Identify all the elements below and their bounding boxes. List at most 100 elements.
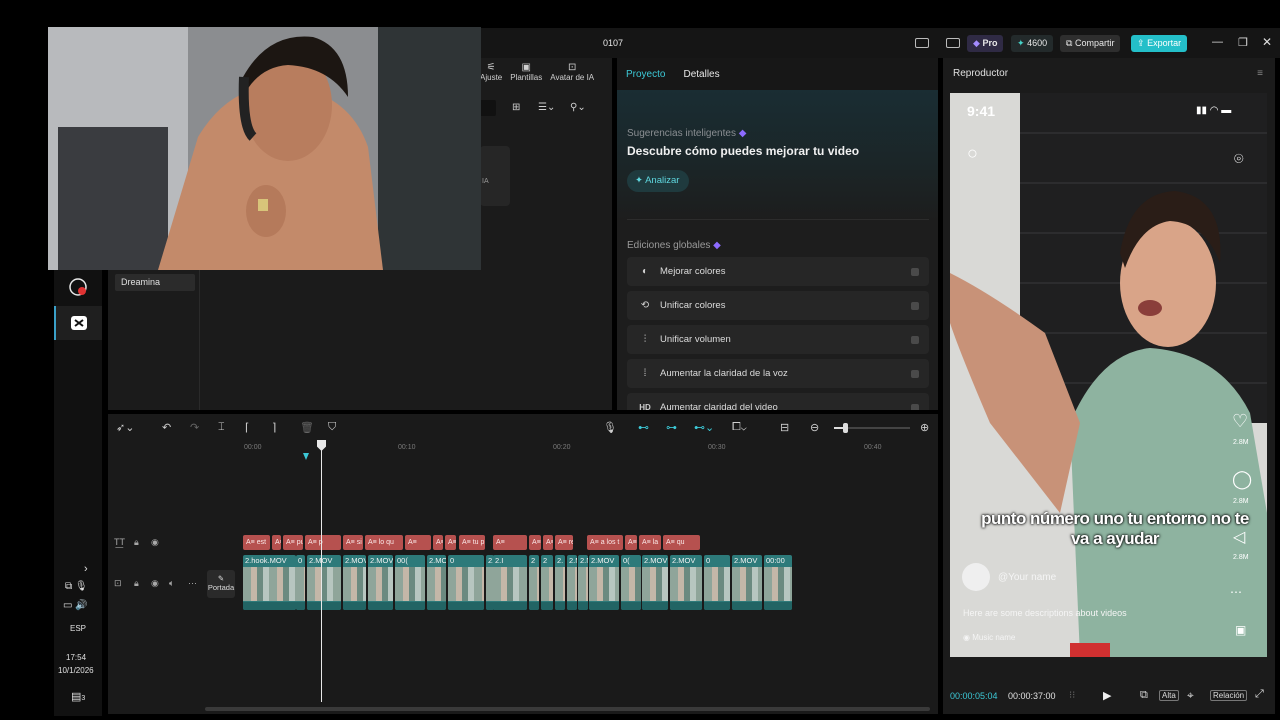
text-clip[interactable]: A≡ a los t [587,535,623,550]
shortcuts-icon[interactable] [946,38,960,48]
video-clip[interactable]: 2.MOV [567,555,577,610]
video-clip[interactable]: 2.MOV [427,555,446,610]
video-clip[interactable]: 2.N [578,555,588,610]
text-clip[interactable]: A≡ p [305,535,341,550]
music-cover-icon[interactable]: ▣ [1235,623,1246,637]
delete-icon[interactable]: 🗑 [300,421,314,434]
video-clip[interactable]: 0( [621,555,641,610]
select-tool-icon[interactable]: ➶⌄ [116,421,134,434]
export-button[interactable]: ⇪ Exportar [1131,35,1188,52]
zoom-out-icon[interactable]: ⊖ [810,421,819,434]
link-icon[interactable]: ⊷⌄ [694,421,714,434]
text-clip[interactable]: A≡ si e [343,535,363,550]
text-clip[interactable]: A≡ punto [283,535,303,550]
text-clip[interactable]: A≡ lo qu [365,535,403,550]
zoom-slider[interactable] [834,423,910,433]
global-edit-unificar-volumen[interactable]: ⫶ Unificar volumen [627,325,929,354]
text-clip[interactable]: A≡ [493,535,527,550]
video-clip[interactable]: 0 [704,555,730,610]
text-clip[interactable]: A≡ [529,535,541,550]
toggle-checkbox[interactable] [911,370,919,378]
record-icon[interactable] [54,270,102,304]
menu-icon[interactable]: ≡ [1257,68,1263,79]
text-clip[interactable]: A≡ tu p [459,535,485,550]
global-edit-unificar-colores[interactable]: ⟲ Unificar colores [627,291,929,320]
toggle-checkbox[interactable] [911,302,919,310]
avatar[interactable] [962,563,990,591]
network-volume-icons[interactable]: ▭ 🔊 [63,600,88,611]
zoom-slider-handle[interactable] [843,423,848,433]
folder-dreamina[interactable]: Dreamina [115,274,195,291]
language-indicator[interactable]: ESP [70,624,86,633]
video-clip[interactable]: 2 [529,555,539,610]
lock-icon[interactable]: 🔒︎ [134,578,139,589]
text-clip[interactable]: A≡ a las t [625,535,637,550]
credits-badge[interactable]: ✦ 4600 [1011,35,1054,52]
heart-icon[interactable]: ♡ [1232,411,1248,432]
tab-proyecto[interactable]: Proyecto [626,69,665,80]
sort-icon[interactable]: ☰⌄ [538,102,555,113]
global-edit-claridad-voz[interactable]: ⁞ Aumentar la claridad de la voz [627,359,929,388]
link-main-icon[interactable]: ⊷ [638,421,649,434]
video-clip[interactable]: 2.MOV [343,555,366,610]
text-clip[interactable]: A≡ res [445,535,456,550]
video-clip[interactable]: 2.MOV [642,555,668,610]
close-icon[interactable]: ✕ [1262,35,1272,49]
pro-button[interactable]: ◆ Pro [967,35,1004,52]
playhead[interactable] [317,440,326,702]
camera-icon[interactable]: ⌾ [1234,151,1244,169]
text-clip[interactable]: A≡ [433,535,443,550]
grid-view-icon[interactable]: ⊞ [512,102,520,113]
comment-icon[interactable]: ◯ [1232,469,1252,490]
filter-icon[interactable]: ⚲⌄ [570,102,586,113]
video-clip[interactable]: 2 [541,555,553,610]
video-clip[interactable]: 2.hook.MOV [243,555,296,610]
restore-icon[interactable]: ❐ [1238,36,1248,49]
preview-axis-icon[interactable]: ⧠⌄ [732,421,747,434]
capcut-icon[interactable] [54,306,102,340]
minimize-icon[interactable]: — [1212,36,1223,48]
timeline-scrollbar[interactable] [205,707,930,711]
share-button[interactable]: ⧉ Compartir [1060,35,1121,52]
eye-icon[interactable]: ◉ [151,537,159,548]
focus-icon[interactable]: ⌖ [1187,688,1194,703]
audio-icon[interactable]: 🔈︎ [169,578,174,589]
ratio-button[interactable]: Relación [1210,690,1248,701]
text-clip[interactable]: A≡ no s [543,535,553,550]
tab-avatar-ia[interactable]: ⊡ Avatar de IA [550,58,594,94]
more-icon[interactable]: ⋯ [1230,585,1242,599]
toggle-checkbox[interactable] [911,268,919,276]
cover-button[interactable]: ✎ Portada [207,570,235,598]
video-clip[interactable]: 00( [395,555,425,610]
more-icon[interactable]: ⋯ [188,578,197,589]
video-preview[interactable]: 9:41 ▮▮ ◠ ▬ ○ ⌾ ♡ 2.8M ◯ 2.8M ◁ 2.8M pun… [950,93,1267,657]
snapshot-icon[interactable]: ⧉ [1140,689,1148,702]
video-clip[interactable]: 0 [448,555,484,610]
chevron-right-icon[interactable]: › [84,563,88,575]
trim-right-icon[interactable]: ⌉ [272,421,276,434]
play-icon[interactable]: ▶ [1103,689,1111,702]
video-clip[interactable]: 2.MOV [589,555,619,610]
trim-left-icon[interactable]: ⌈ [245,421,249,434]
quality-button[interactable]: Alta [1159,690,1179,701]
global-edit-mejorar-colores[interactable]: ◐ Mejorar colores [627,257,929,286]
video-clip[interactable]: 2.I [493,555,527,610]
media-thumbnail[interactable]: IA [480,146,510,206]
tab-detalles[interactable]: Detalles [683,69,719,80]
text-clip[interactable]: A≡ re [555,535,573,550]
tab-ajuste[interactable]: ⚟ Ajuste [480,58,502,94]
fullscreen-icon[interactable]: ⤢ [1255,688,1264,701]
video-clip[interactable]: 2.MOV [670,555,702,610]
video-clip[interactable]: 2.MOV [307,555,341,610]
video-clip[interactable]: 2.MOV [732,555,762,610]
analyze-button[interactable]: ✦ Analizar [627,170,690,192]
search-box[interactable] [480,100,496,116]
redo-icon[interactable]: ↷ [190,421,199,434]
magnet-icon[interactable]: ⊶ [666,421,677,434]
video-clip[interactable]: 2. [555,555,565,610]
text-clip[interactable]: A≡ la [639,535,661,550]
eye-icon[interactable]: ◉ [151,578,159,589]
toggle-checkbox[interactable] [911,336,919,344]
text-clip[interactable]: A≡ [405,535,431,550]
mark-icon[interactable]: ⁝⁝ [1069,690,1075,701]
